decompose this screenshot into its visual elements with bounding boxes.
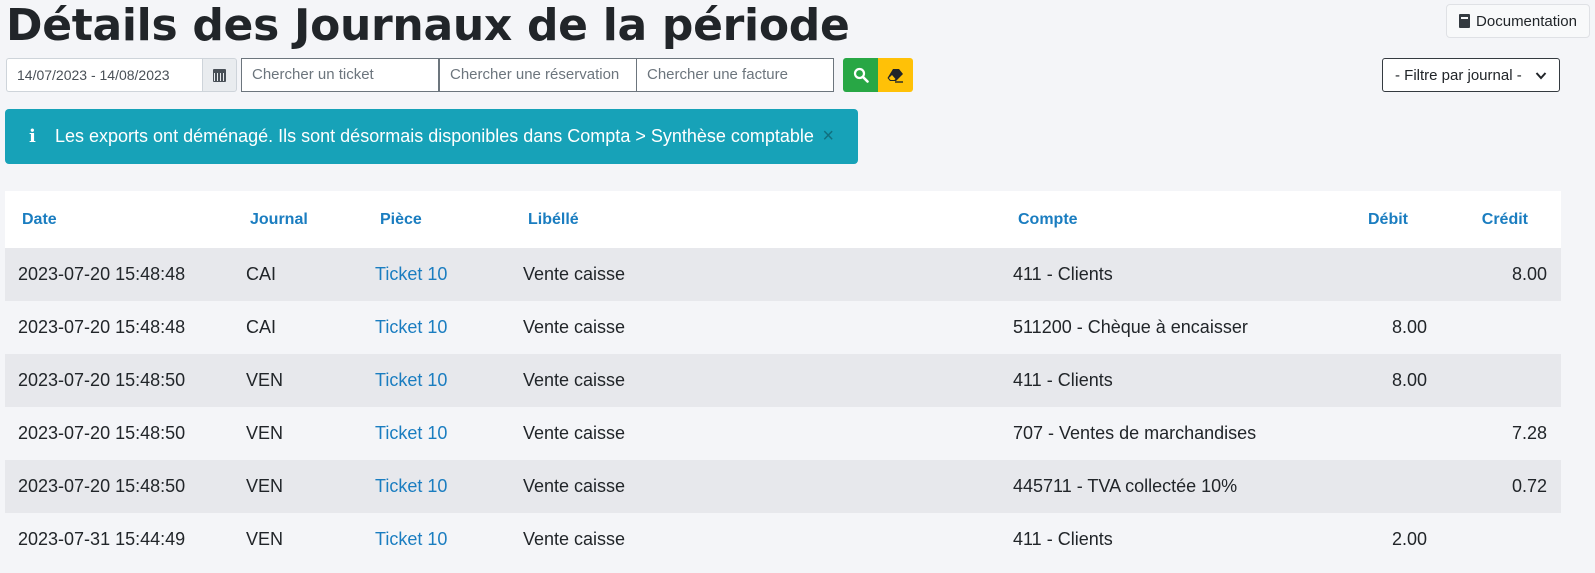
cell-journal: VEN — [246, 370, 284, 390]
cell-date: 2023-07-31 15:44:49 — [18, 529, 186, 549]
cell-date: 2023-07-20 15:48:48 — [18, 317, 186, 337]
cell-libelle: Vente caisse — [523, 317, 626, 337]
search-icon — [853, 67, 869, 83]
cell-compte: 411 - Clients — [1013, 264, 1113, 284]
table-row: 2023-07-20 15:48:48 CAI Ticket 10 Vente cai… — [5, 248, 1561, 301]
cell-piece-link[interactable]: Ticket 10 — [375, 301, 523, 354]
cell-date: 2023-07-20 15:48:50 — [18, 370, 186, 390]
table-row: 2023-07-20 15:48:50 VEN Ticket 10 Vente cai… — [5, 354, 1561, 407]
search-button[interactable] — [843, 58, 878, 92]
cell-libelle: Vente caisse — [523, 264, 626, 284]
cell-libelle: Vente caisse — [523, 476, 626, 496]
table-row: 2023-07-20 15:48:50 VEN Ticket 10 Vente cai… — [5, 460, 1561, 513]
cell-compte: 411 - Clients — [1013, 370, 1113, 390]
cell-credit: 0.72 — [1511, 476, 1547, 496]
cell-piece-link[interactable]: Ticket 10 — [375, 407, 523, 460]
documentation-label: Documentation — [1476, 12, 1577, 30]
cell-journal: CAI — [246, 317, 277, 337]
cell-debit: 8.00 — [1391, 370, 1427, 390]
cell-credit — [1451, 354, 1561, 407]
table-header-row: Date Journal Pièce Libéllé Compte Débit … — [5, 191, 1561, 248]
header-date[interactable]: Date — [5, 191, 245, 248]
documentation-button[interactable]: Documentation — [1446, 4, 1590, 38]
journal-table: Date Journal Pièce Libéllé Compte Débit … — [5, 191, 1561, 566]
page-title: Détails des Journaux de la période — [6, 0, 850, 51]
cell-piece-link[interactable]: Ticket 10 — [375, 460, 523, 513]
header-debit[interactable]: Débit — [1351, 191, 1451, 248]
table-row: 2023-07-20 15:48:48 CAI Ticket 10 Vente cai… — [5, 301, 1561, 354]
cell-date: 2023-07-20 15:48:50 — [18, 476, 186, 496]
cell-debit: 8.00 — [1391, 317, 1427, 337]
date-range-input[interactable]: 14/07/2023 - 14/08/2023 — [6, 58, 202, 92]
cell-compte: 411 - Clients — [1013, 529, 1113, 549]
close-icon[interactable]: × — [822, 126, 834, 146]
info-icon: i — [29, 126, 36, 147]
journal-table-container: Date Journal Pièce Libéllé Compte Débit … — [5, 191, 1561, 566]
cell-compte: 707 - Ventes de marchandises — [1013, 423, 1257, 443]
cell-journal: VEN — [246, 529, 284, 549]
cell-libelle: Vente caisse — [523, 423, 626, 443]
calendar-icon — [213, 68, 226, 82]
cell-journal: CAI — [246, 264, 277, 284]
info-alert: i Les exports ont déménagé. Ils sont dés… — [5, 109, 858, 164]
header-libelle[interactable]: Libéllé — [523, 191, 1013, 248]
cell-debit — [1351, 460, 1451, 513]
header-piece[interactable]: Pièce — [375, 191, 523, 248]
cell-piece-link[interactable]: Ticket 10 — [375, 354, 523, 407]
cell-piece-link[interactable]: Ticket 10 — [375, 513, 523, 566]
reservation-search-input[interactable]: Chercher une réservation — [439, 58, 637, 92]
cell-credit — [1451, 513, 1561, 566]
cell-piece-link[interactable]: Ticket 10 — [375, 248, 523, 301]
cell-compte: 511200 - Chèque à encaisser — [1013, 317, 1248, 337]
header-compte[interactable]: Compte — [1013, 191, 1351, 248]
alert-message: Les exports ont déménagé. Ils sont désor… — [55, 126, 814, 146]
table-row: 2023-07-20 15:48:50 VEN Ticket 10 Vente cai… — [5, 407, 1561, 460]
cell-date: 2023-07-20 15:48:50 — [18, 423, 186, 443]
cell-date: 2023-07-20 15:48:48 — [18, 264, 186, 284]
cell-debit — [1351, 407, 1451, 460]
eraser-icon — [887, 68, 903, 83]
cell-credit: 8.00 — [1511, 264, 1547, 284]
ticket-search-input[interactable]: Chercher un ticket — [241, 58, 439, 92]
cell-debit: 2.00 — [1391, 529, 1427, 549]
invoice-search-input[interactable]: Chercher une facture — [636, 58, 834, 92]
header-credit[interactable]: Crédit — [1451, 191, 1561, 248]
cell-credit: 7.28 — [1511, 423, 1547, 443]
cell-libelle: Vente caisse — [523, 370, 626, 390]
cell-compte: 445711 - TVA collectée 10% — [1013, 476, 1238, 496]
book-icon — [1459, 14, 1471, 28]
cell-credit — [1451, 301, 1561, 354]
table-row: 2023-07-31 15:44:49 VEN Ticket 10 Vente cai… — [5, 513, 1561, 566]
header-journal[interactable]: Journal — [245, 191, 375, 248]
chevron-down-icon — [1535, 71, 1547, 79]
clear-button[interactable] — [878, 58, 913, 92]
journal-filter-select[interactable]: - Filtre par journal - — [1382, 58, 1560, 92]
cell-libelle: Vente caisse — [523, 529, 626, 549]
cell-journal: VEN — [246, 423, 284, 443]
date-range-picker[interactable]: 14/07/2023 - 14/08/2023 — [6, 58, 237, 92]
calendar-button[interactable] — [202, 58, 237, 92]
cell-debit — [1351, 248, 1451, 301]
cell-journal: VEN — [246, 476, 284, 496]
journal-filter-value: - Filtre par journal - — [1395, 66, 1522, 84]
